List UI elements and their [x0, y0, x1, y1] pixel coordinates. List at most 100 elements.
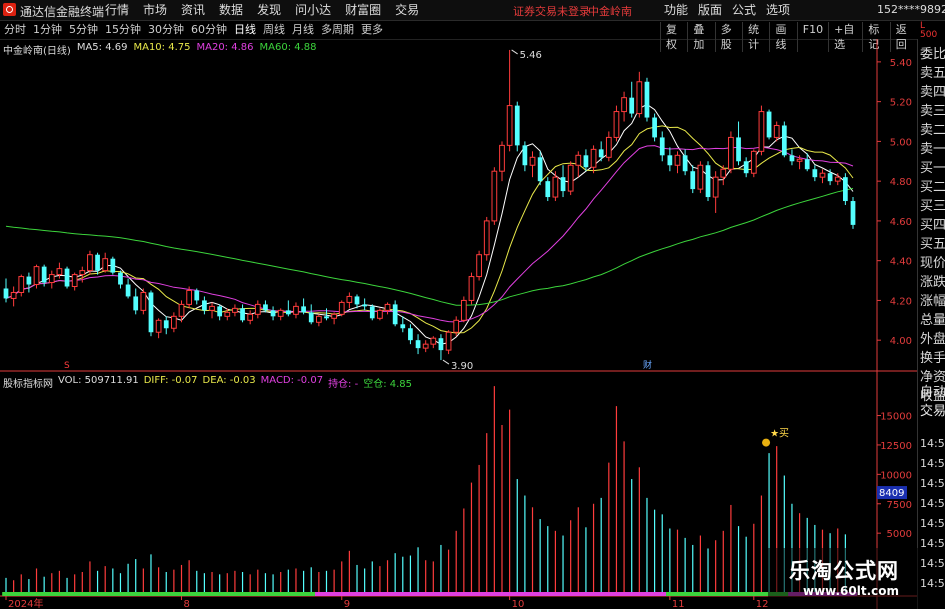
position-strip-86 — [658, 592, 667, 596]
position-strip-65 — [498, 592, 507, 596]
position-strip-17 — [131, 592, 140, 596]
sidebar-item-20[interactable]: 交易 — [920, 402, 945, 421]
candle-body-105 — [804, 159, 810, 170]
position-strip-77 — [589, 592, 598, 596]
sidebar-item-7: 买二 — [920, 180, 945, 195]
candle-body-27 — [209, 305, 215, 311]
position-strip-84 — [643, 592, 652, 596]
candle-body-24 — [186, 289, 193, 305]
candle-body-57 — [438, 338, 444, 351]
candle-body-74 — [567, 164, 574, 192]
position-strip-68 — [521, 592, 530, 596]
candle-body-92 — [705, 165, 711, 198]
candle-body-16 — [125, 284, 131, 297]
sidebar-item-5: 卖一 — [920, 142, 945, 157]
sidebar-item-25[interactable]: 14:56 — [920, 514, 945, 533]
position-strip-76 — [582, 592, 591, 596]
position-strip-43 — [330, 592, 339, 596]
vol-tick-label-1: 7500 — [887, 500, 912, 511]
candle-body-50 — [384, 303, 391, 311]
event-marker-cai: 财 — [643, 359, 652, 371]
position-strip-89 — [681, 592, 690, 596]
position-strip-97 — [742, 592, 751, 596]
position-strip-66 — [505, 592, 514, 596]
sidebar-item-26[interactable]: 14:56 — [920, 534, 945, 553]
candle-body-4 — [33, 266, 40, 286]
candle-body-25 — [194, 290, 200, 301]
sidebar-corner: L 500 — [920, 22, 937, 40]
position-strip-85 — [650, 592, 659, 596]
candle-body-43 — [331, 313, 337, 319]
candle-body-48 — [369, 306, 375, 319]
candle-body-79 — [605, 136, 612, 158]
legend-macd: MACD: -0.07 — [260, 375, 324, 386]
buy-coin-icon — [762, 438, 771, 447]
candle-body-42 — [324, 316, 329, 319]
position-strip-81 — [620, 592, 629, 596]
candle-body-64 — [491, 170, 498, 222]
position-strip-41 — [315, 592, 324, 596]
candle-body-108 — [827, 173, 833, 182]
sidebar-item-15: 外盘 — [920, 332, 945, 347]
candle-body-19 — [148, 292, 154, 333]
legend-ma10: MA10: 4.75 — [133, 42, 191, 53]
sidebar-item-23[interactable]: 14:56 — [920, 474, 945, 493]
sidebar-item-13: 涨幅 — [920, 294, 945, 309]
position-strip-64 — [490, 592, 499, 596]
candle-body-83 — [636, 81, 643, 115]
position-strip-27 — [208, 592, 217, 596]
candle-body-101 — [773, 124, 780, 138]
sidebar-item-27[interactable]: 14:56 — [920, 554, 945, 573]
candle-body-70 — [537, 157, 543, 182]
candle-body-17 — [133, 296, 139, 311]
vol-tick-label-4: 15000 — [880, 412, 912, 423]
vol-tick-label-2: 10000 — [880, 470, 912, 481]
candle-body-104 — [796, 158, 803, 162]
position-strip-75 — [574, 592, 583, 596]
candle-body-71 — [545, 181, 551, 198]
candle-body-107 — [819, 172, 826, 178]
candle-body-97 — [743, 161, 749, 174]
candle-body-67 — [514, 105, 520, 146]
position-strip-38 — [292, 592, 301, 596]
sidebar-item-16: 换手 — [920, 351, 945, 366]
candle-body-88 — [674, 154, 681, 166]
candle-body-14 — [110, 258, 116, 273]
vol-tick-label-0: 5000 — [887, 529, 912, 540]
candle-body-5 — [41, 266, 47, 283]
sidebar-item-22[interactable]: 14:56 — [920, 454, 945, 473]
candle-body-78 — [598, 149, 604, 158]
position-strip-33 — [253, 592, 263, 596]
position-strip-94 — [719, 592, 728, 596]
candle-body-46 — [354, 296, 360, 305]
position-strip-12 — [93, 592, 102, 596]
price-tick-label-4: 4.80 — [890, 177, 912, 188]
position-strip-92 — [704, 592, 713, 596]
candle-body-73 — [560, 177, 566, 192]
sidebar-item-24[interactable]: 14:56 — [920, 494, 945, 513]
high-price-label: 5.46 — [520, 50, 542, 61]
sidebar-item-1: 卖五 — [920, 66, 945, 81]
current-volume-value: 8409 — [879, 488, 904, 499]
sidebar-item-19[interactable]: 自动 — [920, 383, 945, 402]
kline-chart[interactable]: 4.00 4.20 4.40 4.60 4.80 5.00 5.20 5.40 5000 7500… — [0, 0, 917, 609]
price-tick-label-1: 4.20 — [890, 296, 912, 307]
sidebar-item-28[interactable]: 14:56 — [920, 574, 945, 593]
candle-body-47 — [362, 304, 368, 307]
candle-body-93 — [712, 176, 719, 198]
candle-body-38 — [293, 305, 299, 315]
candle-body-90 — [690, 171, 696, 190]
sidebar-item-21[interactable]: 14:56 — [920, 434, 945, 453]
ma5-line — [5, 103, 854, 345]
position-strip-57 — [437, 592, 446, 596]
candle-body-84 — [644, 81, 650, 118]
candle-body-82 — [629, 97, 635, 114]
position-strip-1 — [9, 592, 18, 596]
position-strip-63 — [482, 592, 491, 596]
candle-body-45 — [346, 295, 353, 303]
position-strip-54 — [414, 592, 423, 596]
main-chart-legend: 中金岭南(日线) MA5: 4.69 MA10: 4.75 MA20: 4.86… — [3, 42, 323, 57]
ma60-line — [5, 187, 854, 306]
sidebar-item-3: 卖三 — [920, 104, 945, 119]
position-strip-36 — [276, 592, 285, 596]
